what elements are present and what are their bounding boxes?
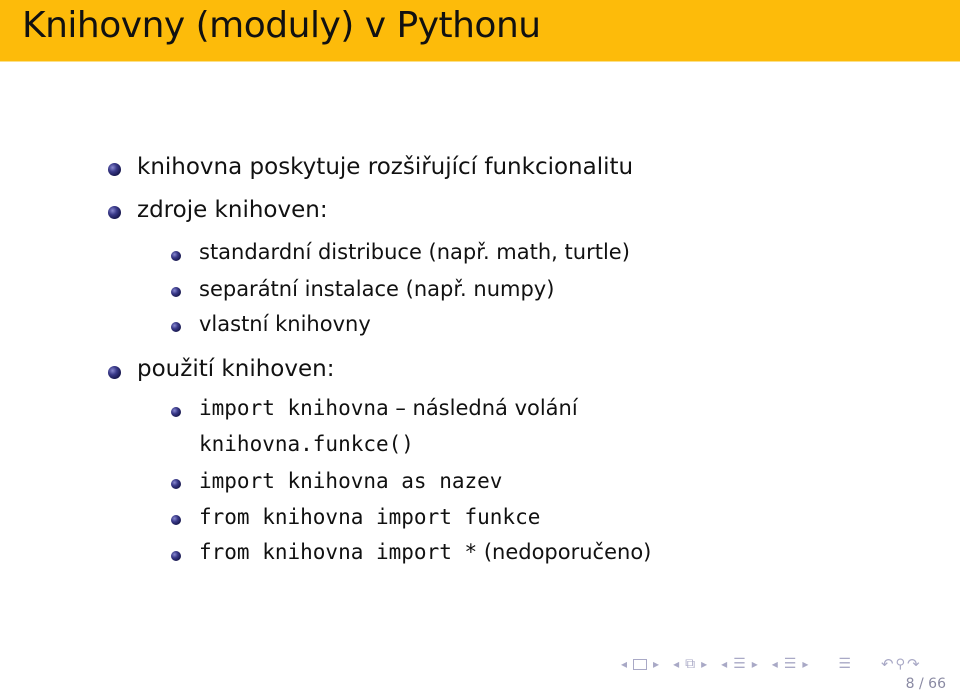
item-text: (nedoporučeno)	[477, 540, 652, 564]
list-item: import knihovna – následná volání	[199, 396, 578, 420]
bullet-icon	[171, 407, 181, 417]
frame-icon[interactable]	[633, 658, 648, 670]
list-item: standardní distribuce (např. math, turtl…	[199, 240, 630, 264]
bullet-icon	[171, 251, 181, 261]
arrow-left-icon[interactable]: ◂	[772, 657, 778, 671]
document-icon[interactable]: ☰	[838, 656, 851, 672]
bullet-icon	[171, 322, 181, 332]
code-snippet: import knihovna	[199, 396, 389, 420]
code-snippet: from knihovna import funkce	[199, 505, 541, 529]
list-item: zdroje knihoven:	[137, 197, 328, 223]
redo-icon[interactable]: ↷	[907, 655, 920, 673]
arrow-left-icon[interactable]: ◂	[721, 657, 727, 671]
list-item: import knihovna as nazev	[199, 469, 502, 493]
beamer-navigation: ◂ ▸ ◂ ⧉ ▸ ◂ ☰ ▸ ◂ ☰ ▸ ☰ ↶ ⚲ ↷	[621, 655, 920, 673]
item-text: – následná volání	[388, 396, 578, 420]
bullet-icon	[171, 287, 181, 297]
list-item-continuation: knihovna.funkce()	[199, 432, 414, 456]
bullet-icon	[171, 479, 181, 489]
undo-icon[interactable]: ↶	[881, 655, 894, 673]
code-snippet: import knihovna as nazev	[199, 469, 503, 493]
arrow-right-icon[interactable]: ▸	[752, 657, 758, 671]
bullet-icon	[108, 366, 121, 379]
list-item: separátní instalace (např. numpy)	[199, 277, 555, 301]
slide-header: Knihovny (moduly) v Pythonu	[0, 0, 960, 62]
arrow-right-icon[interactable]: ▸	[802, 657, 808, 671]
bullet-icon	[171, 515, 181, 525]
subsection-icon[interactable]: ☰	[733, 656, 746, 672]
slide-title: Knihovny (moduly) v Pythonu	[22, 5, 541, 46]
arrow-right-icon[interactable]: ▸	[653, 657, 659, 671]
arrow-left-icon[interactable]: ◂	[673, 657, 679, 671]
code-snippet: from knihovna import *	[199, 540, 478, 564]
bullet-icon	[108, 163, 121, 176]
list-item: from knihovna import * (nedoporučeno)	[199, 540, 651, 564]
section-icon[interactable]: ☰	[784, 656, 797, 672]
list-item: from knihovna import funkce	[199, 505, 540, 529]
bullet-icon	[171, 551, 181, 561]
list-item: vlastní knihovny	[199, 312, 371, 336]
code-snippet: knihovna.funkce()	[199, 432, 414, 456]
arrow-left-icon[interactable]: ◂	[621, 657, 627, 671]
bullet-icon	[108, 206, 121, 219]
page-number: 8 / 66	[905, 676, 946, 692]
search-icon[interactable]: ⚲	[896, 657, 906, 672]
list-item: použití knihoven:	[137, 356, 335, 382]
list-item: knihovna poskytuje rozšiřující funkciona…	[137, 154, 634, 180]
arrow-right-icon[interactable]: ▸	[701, 657, 707, 671]
frames-icon[interactable]: ⧉	[685, 656, 695, 672]
